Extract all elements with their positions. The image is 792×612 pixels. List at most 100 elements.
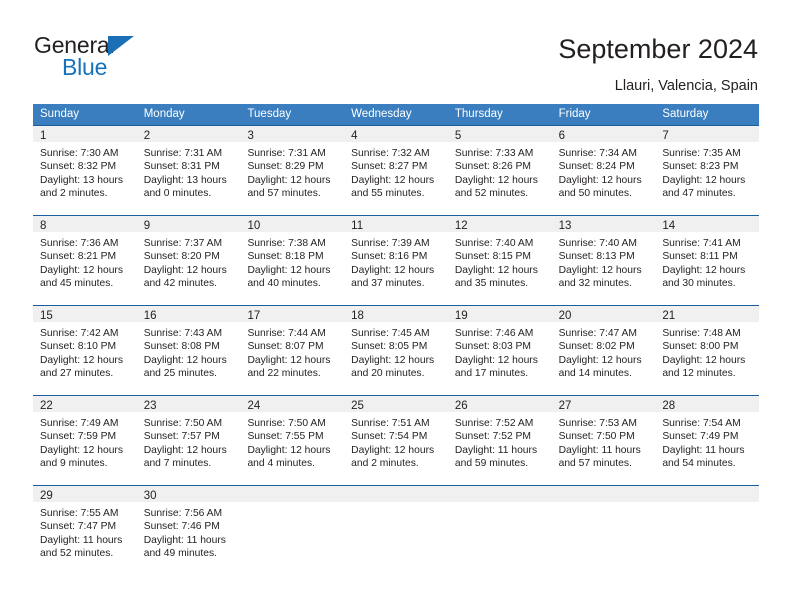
day-number-band: 23 [136,396,241,412]
day-cell[interactable]: 26 Sunrise: 7:52 AM Sunset: 7:52 PM Dayligh… [447,396,552,485]
daylight-line-2: and 14 minutes. [558,368,632,380]
day-number: 14 [662,220,676,232]
sunrise-line: Sunrise: 7:49 AM [40,418,119,429]
day-number-band: 9 [136,216,241,232]
day-cell[interactable]: 23 Sunrise: 7:50 AM Sunset: 7:57 PM Dayligh… [136,396,241,485]
day-cell[interactable]: 19 Sunrise: 7:46 AM Sunset: 8:03 PM Dayligh… [447,306,552,395]
day-cell-empty [447,486,552,575]
sunrise-line: Sunrise: 7:31 AM [247,148,326,159]
day-number-band: 10 [240,216,345,232]
day-number: 30 [143,490,157,502]
daylight-line-2: and 9 minutes. [40,458,108,470]
sunrise-line: Sunrise: 7:53 AM [558,418,638,429]
sunrise-line: Sunrise: 7:44 AM [247,328,326,339]
day-cell[interactable]: 11 Sunrise: 7:39 AM Sunset: 8:16 PM Dayligh… [344,216,448,305]
day-cell[interactable]: 9 Sunrise: 7:37 AM Sunset: 8:20 PM Daylight… [136,216,241,305]
day-number-band: 30 [136,486,241,502]
sunrise-line: Sunrise: 7:40 AM [558,238,638,249]
sunrise-line: Sunrise: 7:35 AM [662,148,741,159]
day-cell[interactable]: 10 Sunrise: 7:38 AM Sunset: 8:18 PM Dayligh… [240,216,345,305]
daylight-line-1: Daylight: 12 hours [143,444,227,456]
sunset-line: Sunset: 8:21 PM [40,251,117,263]
day-number: 5 [454,130,462,142]
day-cell[interactable]: 30 Sunrise: 7:56 AM Sunset: 7:46 PM Dayligh… [136,486,241,575]
day-number: 25 [351,400,364,412]
day-cell[interactable]: 8 Sunrise: 7:36 AM Sunset: 8:21 PM Daylight… [33,216,137,305]
day-cell[interactable]: 29 Sunrise: 7:55 AM Sunset: 7:47 PM Dayligh… [33,486,137,575]
day-cell[interactable]: 13 Sunrise: 7:40 AM Sunset: 8:13 PM Dayligh… [551,216,656,305]
sunset-line: Sunset: 8:24 PM [558,161,635,173]
daylight-line-1: Daylight: 12 hours [662,174,746,186]
day-cell[interactable]: 1 Sunrise: 7:30 AM Sunset: 8:32 PM Daylight… [33,126,137,215]
day-number: 10 [247,220,261,232]
day-number-band [240,486,345,502]
daylight-line-1: Daylight: 12 hours [40,444,123,456]
daylight-line-2: and 22 minutes. [247,368,321,380]
day-cell[interactable]: 25 Sunrise: 7:51 AM Sunset: 7:54 PM Dayligh… [344,396,448,485]
day-cell[interactable]: 14 Sunrise: 7:41 AM Sunset: 8:11 PM Dayligh… [655,216,760,305]
daylight-line-2: and 59 minutes. [454,458,529,470]
brand-logo[interactable]: General Blue [34,32,234,88]
sunset-line: Sunset: 8:07 PM [247,341,324,353]
daylight-line-1: Daylight: 12 hours [247,174,331,186]
day-cell[interactable]: 27 Sunrise: 7:53 AM Sunset: 7:50 PM Dayligh… [551,396,656,485]
day-number-band: 7 [655,126,760,142]
day-cell[interactable]: 4 Sunrise: 7:32 AM Sunset: 8:27 PM Daylight… [344,126,448,215]
daylight-line-2: and 42 minutes. [143,278,217,290]
calendar-week-row: 8 Sunrise: 7:36 AM Sunset: 8:21 PM Daylight… [33,215,760,305]
daylight-line-2: and 32 minutes. [558,278,632,290]
day-details: Sunrise: 7:49 AM Sunset: 7:59 PM Daylight:… [33,412,137,471]
sunset-line: Sunset: 7:47 PM [40,521,117,533]
sunrise-line: Sunrise: 7:31 AM [143,148,223,159]
day-cell[interactable]: 18 Sunrise: 7:45 AM Sunset: 8:05 PM Dayligh… [344,306,448,395]
day-cell[interactable]: 15 Sunrise: 7:42 AM Sunset: 8:10 PM Dayligh… [33,306,137,395]
day-details: Sunrise: 7:44 AM Sunset: 8:07 PM Daylight:… [240,322,344,381]
day-number: 29 [40,490,53,502]
day-cell[interactable]: 22 Sunrise: 7:49 AM Sunset: 7:59 PM Dayligh… [33,396,137,485]
calendar-grid: Sunday Monday Tuesday Wednesday Thursday… [33,104,760,575]
day-number-band [344,486,448,502]
day-cell[interactable]: 7 Sunrise: 7:35 AM Sunset: 8:23 PM Daylight… [655,126,760,215]
day-number: 13 [558,220,572,232]
sunrise-line: Sunrise: 7:30 AM [40,148,119,159]
daylight-line-1: Daylight: 12 hours [558,174,642,186]
day-cell[interactable]: 20 Sunrise: 7:47 AM Sunset: 8:02 PM Dayligh… [551,306,656,395]
sunrise-line: Sunrise: 7:36 AM [40,238,119,249]
day-number-band: 18 [344,306,448,322]
day-cell[interactable]: 12 Sunrise: 7:40 AM Sunset: 8:15 PM Dayligh… [447,216,552,305]
day-details: Sunrise: 7:54 AM Sunset: 7:49 PM Daylight:… [655,412,759,471]
day-cell[interactable]: 24 Sunrise: 7:50 AM Sunset: 7:55 PM Dayligh… [240,396,345,485]
day-details: Sunrise: 7:45 AM Sunset: 8:05 PM Daylight:… [344,322,448,381]
sunset-line: Sunset: 8:10 PM [40,341,117,353]
sunrise-line: Sunrise: 7:32 AM [351,148,430,159]
sunset-line: Sunset: 8:26 PM [454,161,532,173]
day-number-band: 19 [447,306,552,322]
sunrise-line: Sunrise: 7:48 AM [662,328,741,339]
day-details: Sunrise: 7:35 AM Sunset: 8:23 PM Daylight:… [655,142,759,201]
sunset-line: Sunset: 8:13 PM [558,251,635,263]
weekday-header-tuesday: Tuesday [247,108,292,120]
day-cell[interactable]: 17 Sunrise: 7:44 AM Sunset: 8:07 PM Dayligh… [240,306,345,395]
day-details: Sunrise: 7:31 AM Sunset: 8:29 PM Daylight:… [240,142,344,201]
day-details: Sunrise: 7:42 AM Sunset: 8:10 PM Daylight:… [33,322,137,381]
sunrise-line: Sunrise: 7:50 AM [143,418,223,429]
day-cell[interactable]: 21 Sunrise: 7:48 AM Sunset: 8:00 PM Dayligh… [655,306,760,395]
day-details: Sunrise: 7:31 AM Sunset: 8:31 PM Daylight:… [137,142,241,201]
day-cell[interactable]: 2 Sunrise: 7:31 AM Sunset: 8:31 PM Daylight… [136,126,241,215]
weekday-header-row: Sunday Monday Tuesday Wednesday Thursday… [33,104,759,125]
day-cell[interactable]: 16 Sunrise: 7:43 AM Sunset: 8:08 PM Dayligh… [136,306,241,395]
day-number: 19 [454,310,468,322]
day-cell[interactable]: 28 Sunrise: 7:54 AM Sunset: 7:49 PM Dayligh… [655,396,760,485]
daylight-line-2: and 37 minutes. [351,278,425,290]
day-cell[interactable]: 3 Sunrise: 7:31 AM Sunset: 8:29 PM Daylight… [240,126,345,215]
sunset-line: Sunset: 8:23 PM [662,161,739,173]
sunset-line: Sunset: 7:49 PM [662,431,739,443]
day-cell[interactable]: 5 Sunrise: 7:33 AM Sunset: 8:26 PM Daylight… [447,126,552,215]
daylight-line-2: and 55 minutes. [351,188,425,200]
daylight-line-2: and 35 minutes. [454,278,529,290]
day-number: 12 [454,220,468,232]
day-cell[interactable]: 6 Sunrise: 7:34 AM Sunset: 8:24 PM Daylight… [551,126,656,215]
weekday-header-saturday: Saturday [662,108,709,120]
sunrise-line: Sunrise: 7:40 AM [454,238,534,249]
daylight-line-2: and 25 minutes. [143,368,217,380]
